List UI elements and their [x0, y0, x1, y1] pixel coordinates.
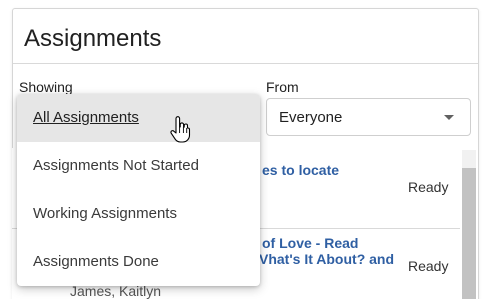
menu-item-label: All Assignments [33, 109, 139, 126]
row-status: Ready [408, 258, 449, 274]
scrollbar-thumb[interactable] [462, 168, 476, 299]
row-title[interactable]: es to locate [262, 162, 339, 178]
menu-item-not-started[interactable]: Assignments Not Started [17, 142, 260, 190]
title-divider [13, 63, 478, 64]
menu-item-label: Working Assignments [33, 205, 177, 222]
panel-title: Assignments [24, 25, 162, 52]
row-title[interactable]: of Love - Read [262, 235, 358, 251]
showing-dropdown-menu: All Assignments Assignments Not Started … [17, 94, 260, 286]
from-select-value: Everyone [279, 109, 343, 126]
hand-pointer-icon [170, 116, 191, 143]
from-label: From [266, 79, 299, 95]
row-title-cont[interactable]: Vhat's It About? and [259, 251, 394, 267]
menu-item-working[interactable]: Working Assignments [17, 190, 260, 238]
showing-label: Showing [19, 79, 73, 95]
menu-item-label: Assignments Not Started [33, 157, 199, 174]
menu-item-label: Assignments Done [33, 253, 159, 270]
menu-item-all-assignments[interactable]: All Assignments [17, 94, 260, 142]
from-select[interactable]: Everyone [266, 98, 471, 136]
caret-down-icon [444, 115, 454, 120]
menu-item-done[interactable]: Assignments Done [17, 238, 260, 286]
row-status: Ready [408, 179, 449, 195]
